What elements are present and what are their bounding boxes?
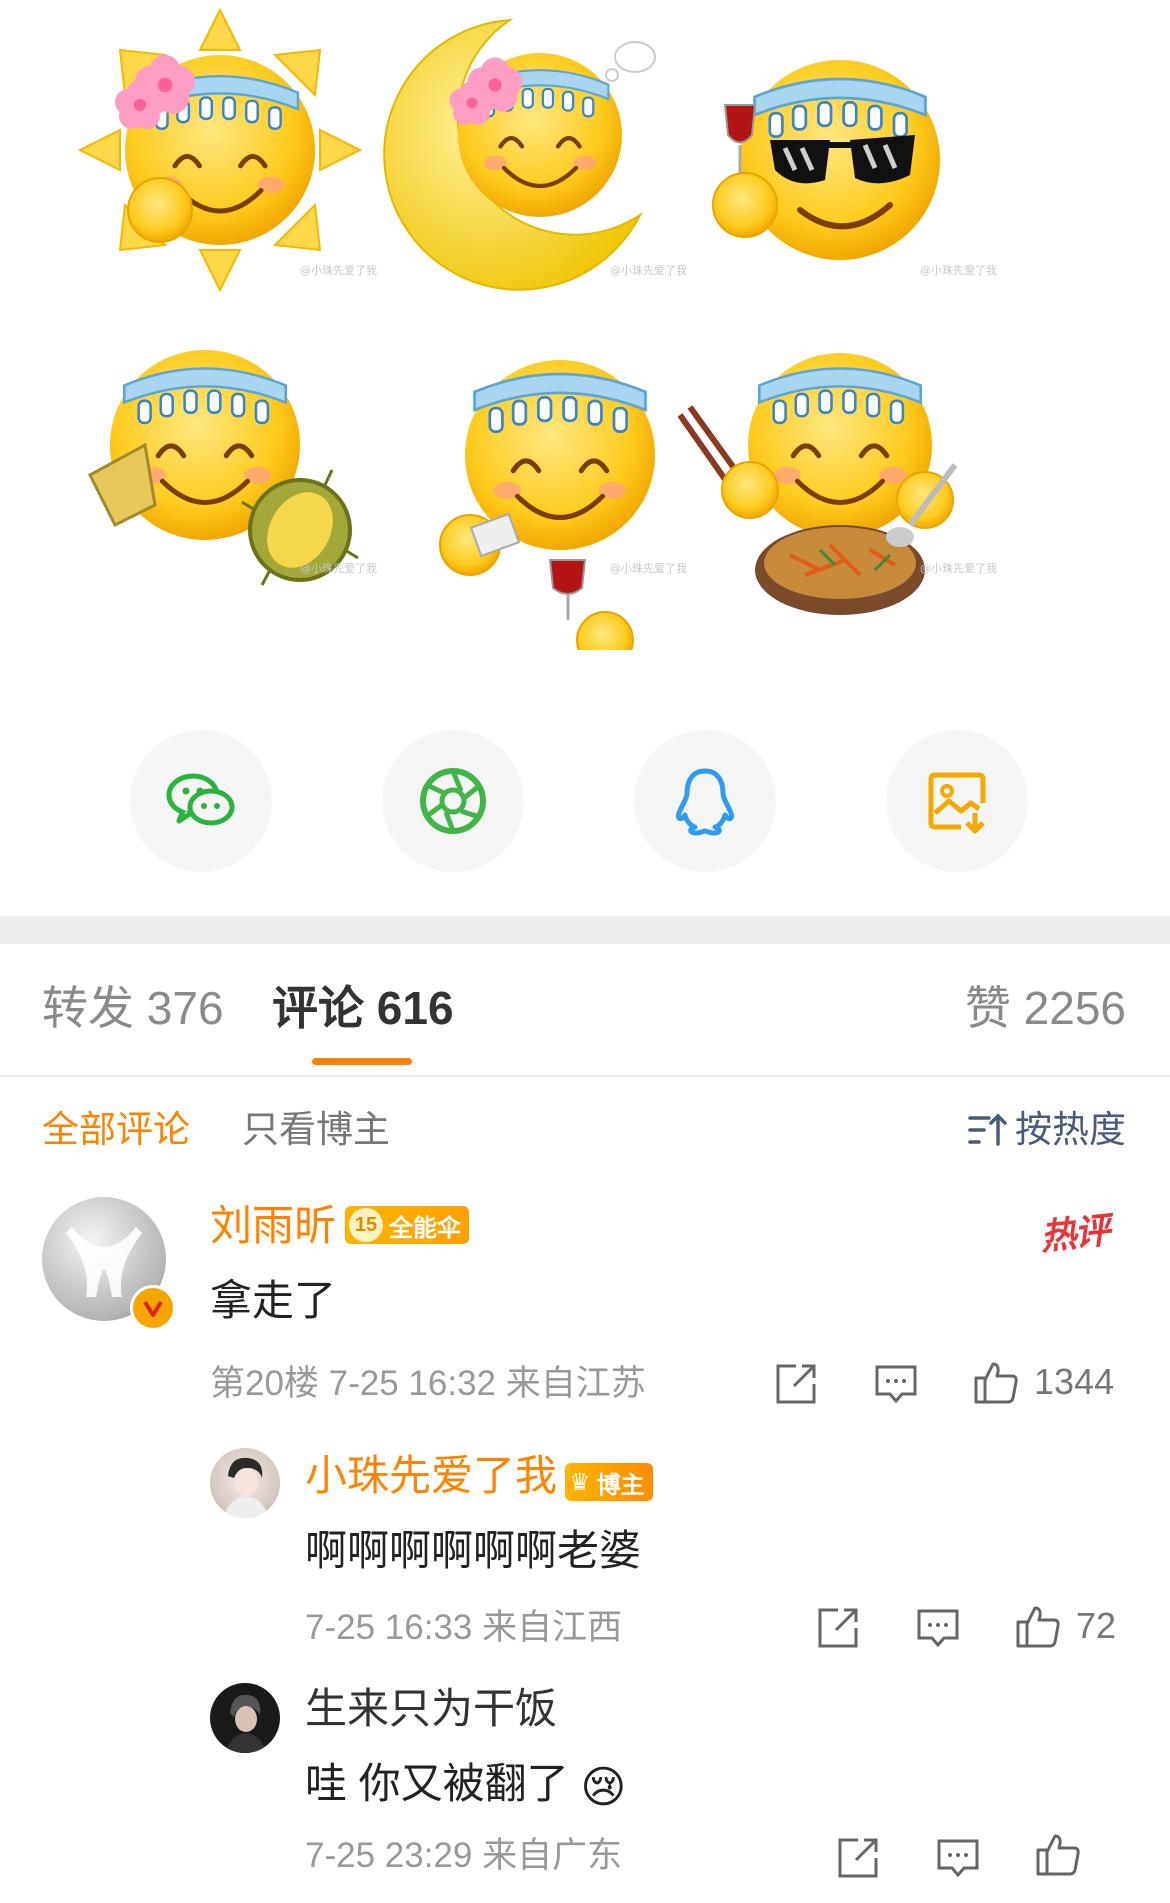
comment-icon — [917, 1609, 959, 1648]
filter-all-comments[interactable]: 全部评论 — [42, 1107, 190, 1153]
like-count: 72 — [1076, 1605, 1117, 1646]
sunglasses-smiley-sticker — [712, 60, 940, 260]
avatar[interactable] — [210, 1683, 280, 1753]
comment-icon — [875, 1365, 917, 1404]
thumbs-up-icon — [1016, 1606, 1060, 1648]
like-reply-button[interactable] — [1034, 1830, 1082, 1878]
tab-repost-count: 376 — [146, 982, 224, 1034]
reply-username[interactable]: 小珠先爱了我 — [305, 1450, 557, 1502]
reply-text-row: 哇 你又被翻了 😢 — [305, 1758, 626, 1814]
avatar-person-icon — [226, 1694, 266, 1753]
repost-comment-button[interactable] — [772, 1360, 820, 1408]
comment-meta: 第20楼 7-25 16:32 来自江苏 — [210, 1364, 646, 1403]
share-out-icon — [818, 1608, 858, 1648]
qq-icon — [676, 768, 734, 836]
reply-meta: 7-25 16:33 来自江西 — [305, 1608, 623, 1647]
share-qq-button[interactable] — [634, 730, 776, 872]
avatar[interactable] — [210, 1448, 280, 1518]
comment-username[interactable]: 刘雨昕 — [210, 1200, 336, 1252]
reply-reply-button[interactable] — [914, 1604, 962, 1652]
sticker-grid: @小珠先爱了我 @小珠先爱了我 @小珠先爱了我 @小珠先爱了我 @小珠先爱了我 … — [0, 0, 1170, 710]
share-wechat-button[interactable] — [130, 730, 272, 872]
crown-icon: ♛ — [569, 1468, 591, 1496]
repost-reply-button[interactable] — [814, 1604, 862, 1652]
tab-likes-count: 2256 — [1023, 982, 1126, 1034]
like-comment-button[interactable]: 1344 — [972, 1358, 1114, 1406]
author-badge: ♛ 博主 — [565, 1463, 653, 1501]
reply-reply-button[interactable] — [934, 1834, 982, 1882]
share-out-icon — [776, 1364, 816, 1404]
author-badge-text: 博主 — [596, 1471, 645, 1499]
fan-level-number: 15 — [349, 1208, 383, 1242]
fan-badge-text: 全能伞 — [389, 1214, 461, 1242]
reply-meta: 7-25 23:29 来自广东 — [305, 1836, 623, 1875]
verified-badge-icon — [130, 1285, 176, 1331]
tab-repost-label: 转发 — [42, 982, 134, 1034]
tab-comments[interactable]: 评论 616 — [272, 980, 454, 1036]
hot-comment-label: 热评 — [1038, 1209, 1111, 1258]
fan-level-badge: 15 全能伞 — [345, 1206, 469, 1244]
sort-by-hot-button[interactable]: 按热度 — [967, 1107, 1126, 1153]
reply-username[interactable]: 生来只为干饭 — [305, 1683, 557, 1735]
share-moments-button[interactable] — [382, 730, 524, 872]
watermark: @小珠先爱了我 — [920, 562, 997, 575]
tab-likes-label: 赞 — [964, 982, 1011, 1034]
thumbs-up-icon — [974, 1362, 1018, 1404]
tab-likes[interactable]: 赞 2256 — [965, 980, 1126, 1036]
reply-comment-button[interactable] — [872, 1360, 920, 1408]
noodles-smiley-sticker — [677, 353, 958, 615]
repost-reply-button[interactable] — [834, 1834, 882, 1882]
active-tab-indicator — [312, 1058, 412, 1065]
tab-divider — [0, 1075, 1170, 1077]
watermark: @小珠先爱了我 — [300, 562, 377, 575]
save-image-icon — [928, 772, 986, 834]
avatar-person-icon — [224, 1457, 268, 1518]
sort-icon — [968, 1113, 1007, 1146]
tab-repost[interactable]: 转发 376 — [42, 980, 224, 1036]
wechat-icon — [166, 773, 235, 826]
watermark: @小珠先爱了我 — [920, 264, 997, 277]
thumbs-up-icon — [1036, 1834, 1080, 1876]
comment-icon — [937, 1839, 979, 1878]
save-image-button[interactable] — [886, 730, 1028, 872]
crying-emoji-icon: 😢 — [580, 1763, 627, 1812]
tab-comments-count: 616 — [376, 982, 454, 1034]
reply-text: 哇 你又被翻了 — [305, 1760, 569, 1807]
like-count: 1344 — [1034, 1361, 1115, 1402]
moments-icon — [420, 768, 486, 834]
like-reply-button[interactable]: 72 — [1014, 1602, 1116, 1650]
comment-text: 拿走了 — [210, 1277, 337, 1324]
tab-comments-label: 评论 — [272, 982, 364, 1034]
sort-label: 按热度 — [1015, 1109, 1126, 1150]
sun-smiley-sticker — [77, 7, 363, 293]
filter-author-only[interactable]: 只看博主 — [242, 1107, 390, 1153]
section-divider — [0, 916, 1170, 944]
share-out-icon — [838, 1838, 878, 1878]
reply-text: 啊啊啊啊啊啊老婆 — [305, 1527, 642, 1574]
moon-smiley-sticker — [383, 18, 656, 291]
